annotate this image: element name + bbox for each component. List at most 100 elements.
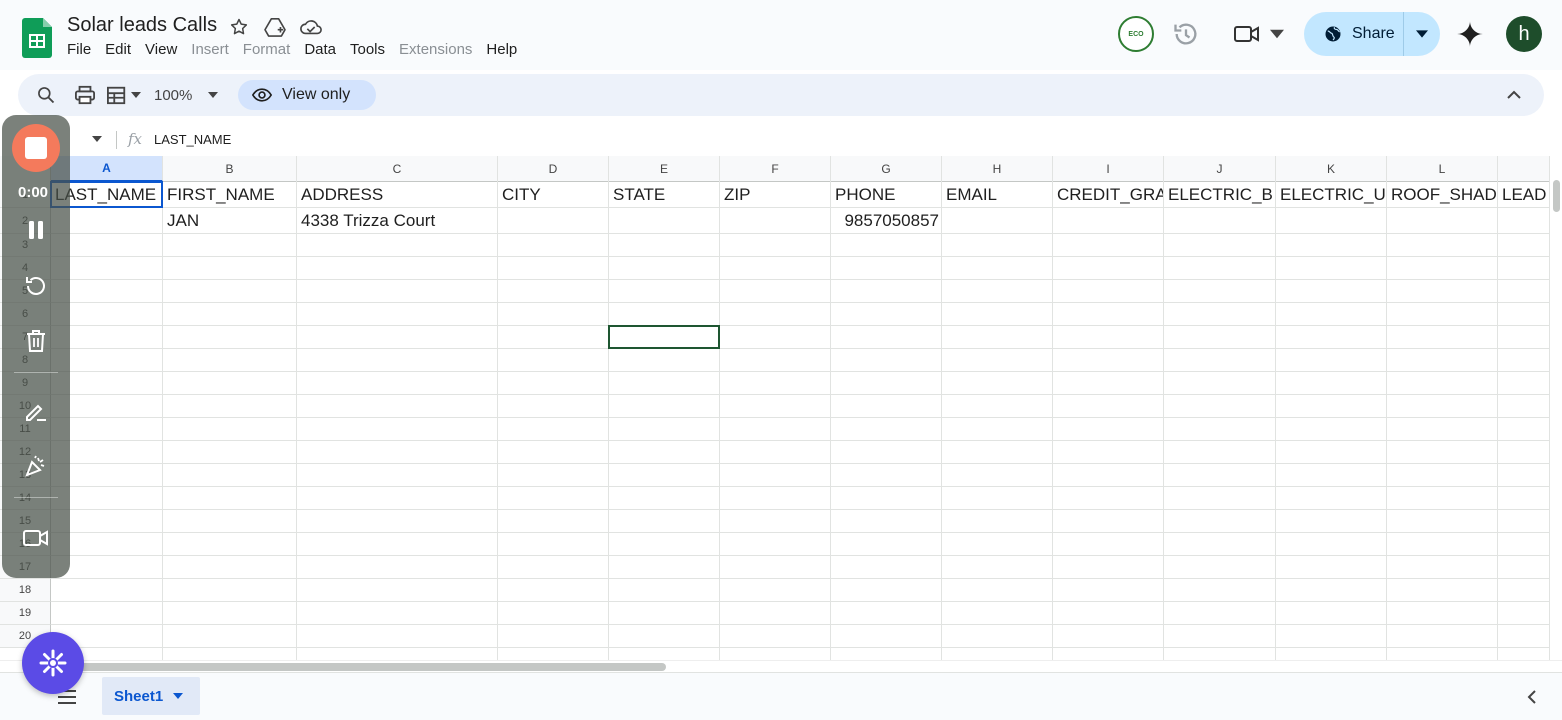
cell[interactable]: ZIP <box>720 182 830 208</box>
stop-icon <box>25 137 47 159</box>
scroll-thumb[interactable] <box>56 663 666 671</box>
confetti-button[interactable] <box>22 452 50 480</box>
cell[interactable]: CITY <box>498 182 608 208</box>
cell[interactable]: JAN <box>163 208 296 234</box>
column-header[interactable]: I <box>1053 156 1164 182</box>
cell[interactable]: ADDRESS <box>297 182 497 208</box>
cell[interactable]: LEAD <box>1498 182 1549 208</box>
meet-button[interactable] <box>1234 20 1284 48</box>
gridline <box>497 182 498 660</box>
gridline <box>296 182 297 660</box>
globe-icon <box>1325 26 1341 42</box>
video-camera-icon <box>23 530 48 546</box>
share-main[interactable]: Share <box>1304 12 1404 56</box>
column-header[interactable]: K <box>1276 156 1387 182</box>
chevron-left-icon[interactable] <box>1522 687 1542 707</box>
zoom-value: 100% <box>154 86 193 104</box>
gridline <box>941 182 942 660</box>
menu-view[interactable]: View <box>145 41 184 58</box>
zoom-select[interactable]: 100% <box>154 83 219 107</box>
menu-help[interactable]: Help <box>486 41 524 58</box>
org-logo-avatar[interactable]: ECO <box>1118 16 1154 52</box>
sheet-tab[interactable]: Sheet1 <box>102 677 200 715</box>
pause-button[interactable] <box>22 216 50 244</box>
google-sheets-logo-icon[interactable] <box>22 18 52 58</box>
pen-icon <box>26 404 46 421</box>
gridline <box>1386 182 1387 660</box>
version-history-icon[interactable] <box>1172 20 1200 48</box>
gridline <box>51 279 1550 280</box>
caret-down-icon <box>208 92 219 98</box>
row-header[interactable]: 19 <box>0 602 51 625</box>
menu-format: Format <box>242 41 291 58</box>
column-header[interactable]: B <box>163 156 297 182</box>
scroll-thumb[interactable] <box>1553 180 1560 212</box>
column-header[interactable]: G <box>831 156 942 182</box>
caret-down-icon[interactable] <box>173 693 184 699</box>
cloud-saved-icon[interactable] <box>298 14 324 40</box>
menu-data[interactable]: Data <box>304 41 343 58</box>
star-icon[interactable] <box>226 14 252 40</box>
column-header[interactable]: L <box>1387 156 1498 182</box>
cell[interactable]: 4338 Trizza Court <box>297 208 497 234</box>
search-icon <box>38 87 55 104</box>
restart-button[interactable] <box>22 272 50 300</box>
gridline <box>51 463 1550 464</box>
gemini-sparkle-icon[interactable] <box>1456 20 1484 48</box>
draw-button[interactable] <box>22 397 50 425</box>
cell[interactable]: PHONE <box>831 182 941 208</box>
column-header[interactable]: H <box>942 156 1053 182</box>
caret-down-icon[interactable] <box>92 136 102 142</box>
table-format-icon <box>107 86 126 105</box>
menu-insert: Insert <box>191 41 229 58</box>
column-header[interactable]: E <box>609 156 720 182</box>
cell[interactable]: ELECTRIC_U <box>1276 182 1386 208</box>
delete-recording-button[interactable] <box>22 327 50 355</box>
format-options-button[interactable] <box>106 83 141 107</box>
gridline <box>51 302 1550 303</box>
move-to-drive-icon[interactable] <box>262 14 288 40</box>
vertical-scrollbar[interactable] <box>1550 156 1562 660</box>
chevron-up-icon[interactable] <box>1502 83 1526 107</box>
row-header[interactable]: 18 <box>0 579 51 602</box>
share-options-dropdown[interactable] <box>1404 30 1440 38</box>
column-header[interactable]: F <box>720 156 831 182</box>
menu-file[interactable]: File <box>67 41 98 58</box>
cell[interactable]: ROOF_SHAD <box>1387 182 1497 208</box>
column-header[interactable]: J <box>1164 156 1276 182</box>
column-header[interactable]: D <box>498 156 609 182</box>
stop-recording-button[interactable] <box>12 124 60 172</box>
cell[interactable]: ELECTRIC_B <box>1164 182 1275 208</box>
column-header[interactable]: C <box>297 156 498 182</box>
title-actions <box>226 14 324 40</box>
spreadsheet-grid[interactable]: ABCDEFGHIJKL1234567891011121314151617181… <box>0 156 1550 660</box>
menu-edit[interactable]: Edit <box>105 41 138 58</box>
gridline <box>51 578 1550 579</box>
cell[interactable]: 9857050857 <box>831 208 941 234</box>
gridline <box>51 601 1550 602</box>
menu-tools[interactable]: Tools <box>350 41 392 58</box>
cell[interactable]: EMAIL <box>942 182 1052 208</box>
function-icon: fx <box>128 130 143 148</box>
formula-input[interactable]: LAST_NAME <box>154 132 231 147</box>
search-menus-button[interactable] <box>36 83 56 107</box>
user-avatar[interactable]: h <box>1506 16 1542 52</box>
cell[interactable]: STATE <box>609 182 719 208</box>
gridline <box>608 182 609 660</box>
view-only-label: View only <box>282 86 351 103</box>
cell[interactable]: CREDIT_GRA <box>1053 182 1163 208</box>
user-initial: h <box>1518 22 1530 45</box>
assistant-fab-button[interactable] <box>22 632 84 694</box>
printer-icon <box>75 85 95 105</box>
column-header[interactable] <box>1498 156 1550 182</box>
camera-toggle-button[interactable] <box>22 524 50 552</box>
document-title[interactable]: Solar leads Calls <box>67 14 217 37</box>
share-button[interactable]: Share <box>1304 12 1440 56</box>
cell[interactable]: FIRST_NAME <box>163 182 296 208</box>
view-only-mode-button[interactable]: View only <box>238 80 376 110</box>
print-button[interactable] <box>74 83 96 107</box>
formula-bar: A1 fx LAST_NAME <box>0 124 1562 156</box>
sheet-bar: Sheet1 <box>0 672 1562 720</box>
pause-icon <box>29 221 43 239</box>
horizontal-scrollbar[interactable] <box>0 660 1562 672</box>
